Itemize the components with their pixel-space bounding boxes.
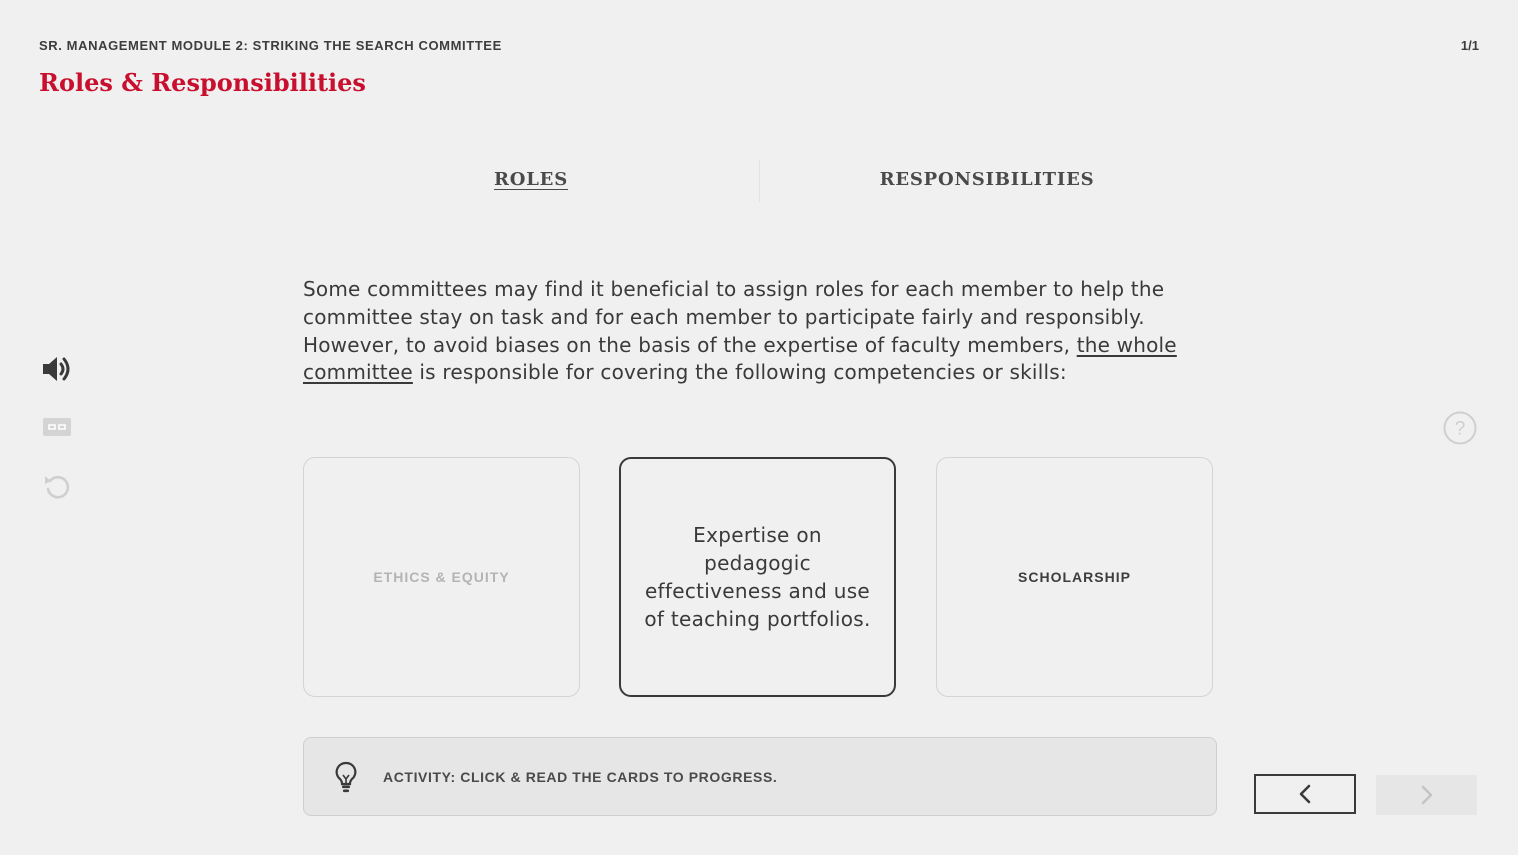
card-text: Expertise on pedagogic effectiveness and… [644, 523, 871, 631]
activity-text: ACTIVITY: CLICK & READ THE CARDS TO PROG… [383, 768, 778, 785]
card-ethics-equity[interactable]: ETHICS & EQUITY [303, 457, 580, 697]
lesson-page: SR. MANAGEMENT MODULE 2: STRIKING THE SE… [0, 0, 1518, 855]
svg-text:?: ? [1455, 419, 1466, 440]
page-counter: 1/1 [1460, 38, 1479, 53]
activity-instruction: ACTIVITY: CLICK & READ THE CARDS TO PROG… [303, 737, 1217, 816]
next-button[interactable] [1376, 775, 1477, 815]
chevron-right-icon [1421, 785, 1432, 805]
card-pedagogy[interactable]: Expertise on pedagogic effectiveness and… [619, 457, 896, 697]
lesson-title: Roles & Responsibilities [39, 68, 366, 97]
chevron-left-icon [1299, 784, 1311, 804]
card-scholarship[interactable]: SCHOLARSHIP [936, 457, 1213, 697]
intro-text-start: Some committees may find it beneficial t… [303, 277, 1165, 357]
tab-roles[interactable]: ROLES [303, 158, 759, 200]
lightbulb-icon [326, 757, 366, 797]
card-label: ETHICS & EQUITY [373, 569, 510, 585]
intro-paragraph: Some committees may find it beneficial t… [303, 276, 1215, 387]
module-title: SR. MANAGEMENT MODULE 2: STRIKING THE SE… [39, 38, 502, 53]
tab-responsibilities-label: RESPONSIBILITIES [879, 168, 1095, 190]
previous-button[interactable] [1254, 774, 1356, 814]
tab-roles-label: ROLES [493, 168, 568, 190]
closed-captions-icon[interactable] [40, 410, 74, 444]
tab-bar: ROLES RESPONSIBILITIES [303, 158, 1215, 202]
intro-text-end: is responsible for covering the followin… [412, 360, 1067, 385]
speaker-icon[interactable] [40, 352, 74, 386]
card-label: SCHOLARSHIP [1018, 569, 1131, 585]
card-deck: ETHICS & EQUITY Expertise on pedagogic e… [303, 457, 1215, 699]
help-icon[interactable]: ? [1442, 410, 1478, 446]
tab-responsibilities[interactable]: RESPONSIBILITIES [759, 158, 1215, 200]
replay-icon[interactable] [40, 469, 74, 503]
